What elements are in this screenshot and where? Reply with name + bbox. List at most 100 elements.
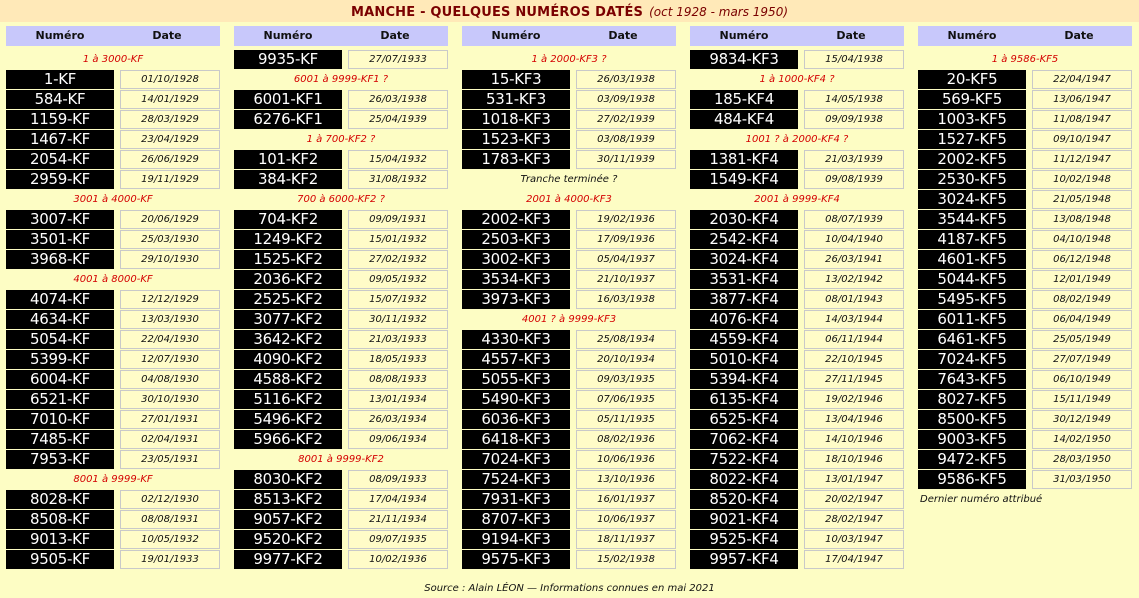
plate-number: 5496-KF2 (234, 410, 342, 429)
plate-number: 1003-KF5 (918, 110, 1026, 129)
table-row: 384-KF2 31/08/1932 (234, 170, 448, 190)
table-row: 9194-KF3 18/11/1937 (462, 530, 676, 550)
table-row: 5044-KF5 12/01/1949 (918, 270, 1132, 290)
table-row: 7931-KF3 16/01/1937 (462, 490, 676, 510)
registration-date: 27/01/1931 (120, 410, 220, 429)
column-header: Numéro Date (462, 26, 676, 46)
registration-date: 05/11/1935 (576, 410, 676, 429)
plate-number: 4074-KF (6, 290, 114, 309)
table-row: 4076-KF4 14/03/1944 (690, 310, 904, 330)
registration-date: 09/09/1931 (348, 210, 448, 229)
plate-number: 4634-KF (6, 310, 114, 329)
registration-date: 16/03/1938 (576, 290, 676, 309)
registration-date: 10/06/1937 (576, 510, 676, 529)
title-subtitle: (oct 1928 - mars 1950) (649, 5, 789, 19)
table-row: 569-KF5 13/06/1947 (918, 90, 1132, 110)
plate-number: 8030-KF2 (234, 470, 342, 489)
table-row: 4588-KF2 08/08/1933 (234, 370, 448, 390)
table-row: 4330-KF3 25/08/1934 (462, 330, 676, 350)
plate-number: 3544-KF5 (918, 210, 1026, 229)
table-row: 4601-KF5 06/12/1948 (918, 250, 1132, 270)
plate-number: 2036-KF2 (234, 270, 342, 289)
column-2: Numéro Date 9935-KF 27/07/1933 6001 à 9999-K… (234, 26, 448, 570)
header-numero: Numéro (263, 29, 313, 42)
registration-date: 20/06/1929 (120, 210, 220, 229)
registration-date: 09/07/1935 (348, 530, 448, 549)
table-row: 4187-KF5 04/10/1948 (918, 230, 1132, 250)
header-date: Date (1064, 29, 1094, 42)
table-row: 1527-KF5 09/10/1947 (918, 130, 1132, 150)
table-row: 1249-KF2 15/01/1932 (234, 230, 448, 250)
plate-number: 3531-KF4 (690, 270, 798, 289)
table-row: 7524-KF3 13/10/1936 (462, 470, 676, 490)
plate-number: 3077-KF2 (234, 310, 342, 329)
registration-date: 16/01/1937 (576, 490, 676, 509)
plate-number: 2542-KF4 (690, 230, 798, 249)
plate-number: 8513-KF2 (234, 490, 342, 509)
registration-date: 30/10/1930 (120, 390, 220, 409)
plate-number: 9575-KF3 (462, 550, 570, 569)
plate-number: 3501-KF (6, 230, 114, 249)
registration-date: 06/11/1944 (804, 330, 904, 349)
table-row: 5966-KF2 09/06/1934 (234, 430, 448, 450)
registration-date: 31/08/1932 (348, 170, 448, 189)
plate-number: 531-KF3 (462, 90, 570, 109)
plate-number: 384-KF2 (234, 170, 342, 189)
header-numero: Numéro (35, 29, 85, 42)
table-row: 7062-KF4 14/10/1946 (690, 430, 904, 450)
registration-date: 25/04/1939 (348, 110, 448, 129)
plate-number: 1159-KF (6, 110, 114, 129)
table-row: 5054-KF 22/04/1930 (6, 330, 220, 350)
table-row: 9472-KF5 28/03/1950 (918, 450, 1132, 470)
header-numero: Numéro (947, 29, 997, 42)
range-heading: 1001 ? à 2000-KF4 ? (745, 134, 849, 145)
table-row: 9057-KF2 21/11/1934 (234, 510, 448, 530)
plate-number: 2525-KF2 (234, 290, 342, 309)
registration-date: 06/04/1949 (1032, 310, 1132, 329)
registration-date: 12/12/1929 (120, 290, 220, 309)
table-row: 3002-KF3 05/04/1937 (462, 250, 676, 270)
registration-date: 21/03/1939 (804, 150, 904, 169)
plate-number: 4588-KF2 (234, 370, 342, 389)
table-row: 3973-KF3 16/03/1938 (462, 290, 676, 310)
registration-date: 09/09/1938 (804, 110, 904, 129)
registration-date: 28/03/1929 (120, 110, 220, 129)
plate-number: 584-KF (6, 90, 114, 109)
registration-date: 14/01/1929 (120, 90, 220, 109)
plate-number: 3877-KF4 (690, 290, 798, 309)
table-row: 1523-KF3 03/08/1939 (462, 130, 676, 150)
registration-date: 08/09/1933 (348, 470, 448, 489)
column-1: Numéro Date 1 à 3000-KF 1-KF 01/10/1928 584-K… (6, 26, 220, 570)
registration-date: 30/11/1939 (576, 150, 676, 169)
plate-number: 9194-KF3 (462, 530, 570, 549)
table-row: 5116-KF2 13/01/1934 (234, 390, 448, 410)
range-heading: 1 à 3000-KF (82, 54, 144, 65)
plate-number: 1467-KF (6, 130, 114, 149)
plate-number: 8028-KF (6, 490, 114, 509)
table-row: 185-KF4 14/05/1938 (690, 90, 904, 110)
registration-date: 03/09/1938 (576, 90, 676, 109)
table-row: 7485-KF 02/04/1931 (6, 430, 220, 450)
table-row: 9575-KF3 15/02/1938 (462, 550, 676, 570)
registration-date: 05/04/1937 (576, 250, 676, 269)
table-row: 3024-KF4 26/03/1941 (690, 250, 904, 270)
table-row: 9935-KF 27/07/1933 (234, 50, 448, 70)
table-row: 5490-KF3 07/06/1935 (462, 390, 676, 410)
registration-date: 08/02/1936 (576, 430, 676, 449)
column-5: Numéro Date 1 à 9586-KF5 20-KF5 22/04/1947 56… (918, 26, 1132, 510)
range-heading: 8001 à 9999-KF2 (298, 454, 384, 465)
registration-date: 08/07/1939 (804, 210, 904, 229)
registration-date: 17/09/1936 (576, 230, 676, 249)
plate-number: 6521-KF (6, 390, 114, 409)
table-row: 704-KF2 09/09/1931 (234, 210, 448, 230)
plate-number: 2030-KF4 (690, 210, 798, 229)
registration-date: 13/01/1947 (804, 470, 904, 489)
table-row: 4090-KF2 18/05/1933 (234, 350, 448, 370)
table-row: 9525-KF4 10/03/1947 (690, 530, 904, 550)
plate-number: 185-KF4 (690, 90, 798, 109)
table-row: 4559-KF4 06/11/1944 (690, 330, 904, 350)
registration-date: 15/04/1938 (804, 50, 904, 69)
plate-number: 6525-KF4 (690, 410, 798, 429)
table-row: 1381-KF4 21/03/1939 (690, 150, 904, 170)
plate-number: 15-KF3 (462, 70, 570, 89)
